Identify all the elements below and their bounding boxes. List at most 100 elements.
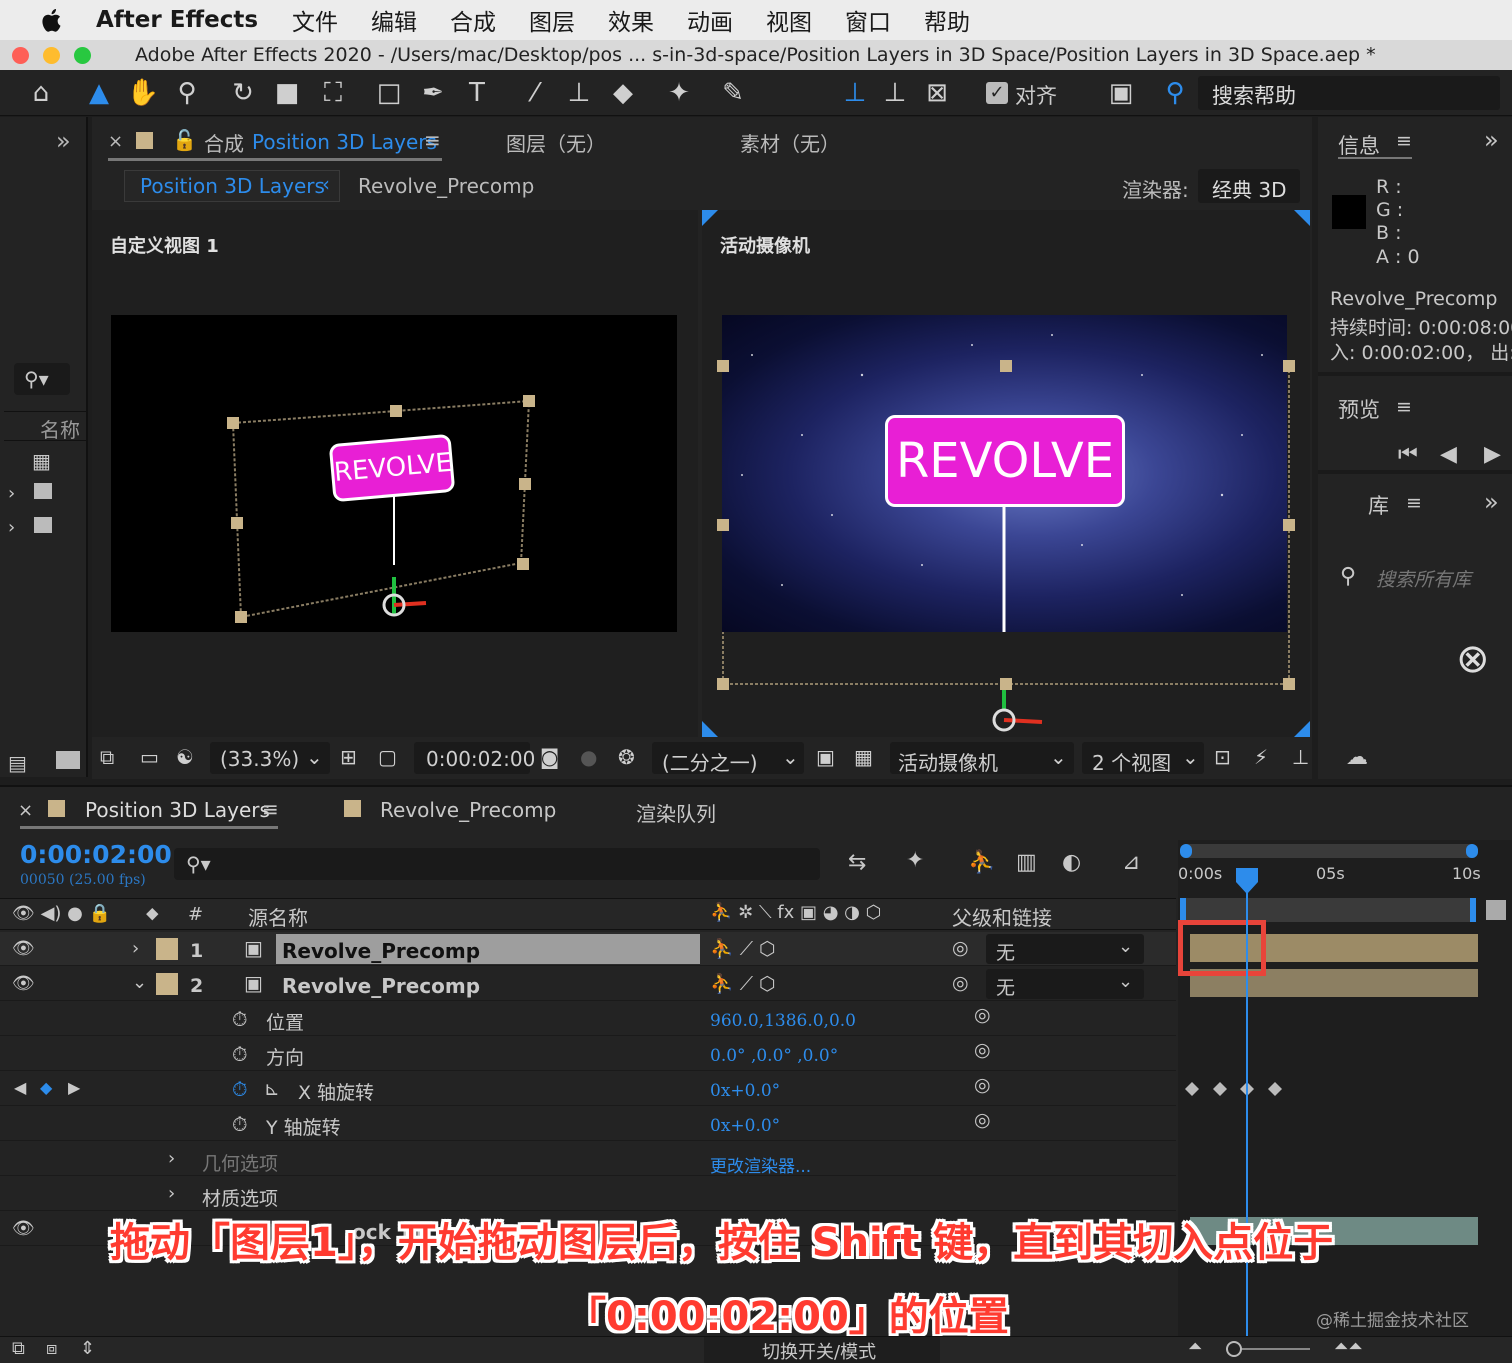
app-menu[interactable]: After Effects	[96, 7, 258, 33]
add-keyframe-icon[interactable]: ◆	[40, 1078, 52, 1097]
comp-flowchart-icon[interactable]: ⊥	[1292, 745, 1309, 769]
breadcrumb-precomp[interactable]: Revolve_Precomp	[358, 174, 534, 198]
always-preview-icon[interactable]: ⧉	[100, 745, 114, 769]
bbox-handle[interactable]	[1283, 519, 1295, 531]
snapshot-camera-icon[interactable]: ◙	[540, 745, 559, 769]
y-rotation-stopwatch-icon[interactable]: ⏱	[232, 1112, 248, 1136]
menu-layer[interactable]: 图层	[529, 3, 575, 37]
snap-checkbox[interactable]: ✓	[986, 82, 1008, 104]
zoom-window-button[interactable]	[74, 46, 91, 64]
next-keyframe-icon[interactable]: ▶	[68, 1078, 80, 1097]
clone-stamp-tool-icon[interactable]: ⊥	[562, 76, 596, 110]
info-menu-icon[interactable]: ≡	[1396, 130, 1412, 152]
library-search-icon[interactable]: ⚲	[1340, 564, 1356, 589]
world-axis-icon[interactable]: ⊥	[878, 76, 912, 110]
frame-blending-icon[interactable]: ▥	[1016, 850, 1037, 875]
layer-2-visibility-eye-icon[interactable]: 👁	[12, 973, 35, 994]
work-area-start-handle[interactable]	[1180, 844, 1192, 858]
camera-tool-icon[interactable]: ■	[270, 76, 304, 110]
work-area-bar[interactable]	[1180, 844, 1478, 858]
menu-view[interactable]: 视图	[766, 3, 812, 37]
in-out-toggle-icon[interactable]: ⇕	[80, 1338, 95, 1359]
layer-1-expand-chevron-icon[interactable]: ›	[132, 938, 139, 959]
material-expand-chevron-icon[interactable]: ›	[168, 1183, 175, 1204]
bbox-handle[interactable]	[1283, 678, 1295, 690]
x-rotation-stopwatch-icon[interactable]: ⏱	[232, 1077, 248, 1101]
layer-1-name[interactable]: Revolve_Precomp	[282, 939, 480, 963]
breadcrumb-comp[interactable]: Position 3D Layers	[140, 174, 325, 198]
library-search-input[interactable]: 搜索所有库	[1376, 565, 1471, 592]
roto-brush-tool-icon[interactable]: ✦	[662, 76, 696, 110]
layer-2-name[interactable]: Revolve_Precomp	[282, 974, 480, 998]
property-row-x-rotation[interactable]	[0, 1072, 1176, 1106]
play-icon[interactable]: ▶	[1484, 442, 1501, 467]
bbox-handle[interactable]	[231, 517, 243, 529]
menu-help[interactable]: 帮助	[924, 3, 970, 37]
bbox-handle[interactable]	[519, 478, 531, 490]
grid-guides-icon[interactable]: ⊞	[340, 745, 357, 769]
work-area-end-handle[interactable]	[1466, 844, 1478, 858]
panel-expand-icon-right[interactable]: »	[1484, 126, 1499, 154]
bbox-handle[interactable]	[1283, 360, 1295, 372]
close-timeline-tab-icon[interactable]: ×	[18, 800, 33, 821]
graph-editor-icon[interactable]: ⊿	[1122, 850, 1140, 875]
menu-window[interactable]: 窗口	[845, 3, 891, 37]
close-window-button[interactable]	[12, 46, 29, 64]
apple-icon[interactable]	[36, 7, 70, 33]
panel-expand-icon[interactable]: »	[56, 127, 71, 155]
selection-tool-icon[interactable]: ▲	[82, 76, 116, 110]
comp-button-icon[interactable]	[1486, 900, 1506, 920]
column-hash[interactable]: #	[188, 904, 203, 925]
menu-animation[interactable]: 动画	[687, 3, 733, 37]
orientation-pickwhip-icon[interactable]: ◎	[974, 1039, 991, 1061]
bbox-handle[interactable]	[717, 360, 729, 372]
comp-panel-menu-icon[interactable]: ≡	[424, 128, 441, 152]
x-rotation-graph-icon[interactable]: ⊾	[264, 1078, 280, 1100]
property-row-orientation[interactable]	[0, 1037, 1176, 1071]
reset-exposure-icon[interactable]: ⊡	[1214, 745, 1231, 769]
previous-frame-icon[interactable]: ◀	[1440, 442, 1457, 467]
interpret-footage-icon[interactable]: ▤	[8, 751, 27, 775]
minimize-window-button[interactable]	[43, 46, 60, 64]
zoom-in-icon[interactable]: ⏶⏶	[1334, 1336, 1363, 1357]
layer-2-collapse-chevron-icon[interactable]: ⌄	[132, 972, 147, 993]
layer-1-switches-icon[interactable]: ⛹ ⟋ ⬡	[710, 937, 776, 960]
position-pickwhip-icon[interactable]: ◎	[974, 1004, 991, 1026]
layer-2-pickwhip-icon[interactable]: ◎	[952, 972, 969, 994]
library-menu-icon[interactable]: ≡	[1406, 492, 1422, 514]
layer-2-label-color[interactable]	[156, 973, 178, 995]
comp-tab-prefix[interactable]: 合成	[204, 128, 244, 157]
layer-1-pickwhip-icon[interactable]: ◎	[952, 937, 969, 959]
bbox-handle[interactable]	[717, 519, 729, 531]
comp-tab-name[interactable]: Position 3D Layers	[252, 130, 437, 154]
position-value[interactable]: 960.0,1386.0,0.0	[710, 1011, 856, 1031]
folder-icon-2[interactable]	[34, 517, 52, 533]
timeline-sync-icon[interactable]: ⚡	[1254, 745, 1268, 769]
layer-panel-tab[interactable]: 图层（无）	[506, 128, 606, 157]
first-frame-icon[interactable]: ⏮	[1398, 442, 1418, 467]
info-panel-tab[interactable]: 信息	[1338, 130, 1380, 160]
column-source-name[interactable]: 源名称	[248, 902, 308, 931]
type-tool-icon[interactable]: T	[460, 76, 494, 110]
x-rotation-pickwhip-icon[interactable]: ◎	[974, 1074, 991, 1096]
puppet-tool-icon[interactable]: ✎	[716, 76, 750, 110]
region-of-interest-icon[interactable]: ▢	[378, 745, 397, 769]
timeline-menu-icon[interactable]: ≡	[262, 797, 279, 821]
layer-1-visibility-eye-icon[interactable]: 👁	[12, 938, 35, 959]
monitor-icon[interactable]: ▭	[140, 745, 159, 769]
work-area-band[interactable]	[1180, 898, 1476, 922]
modes-toggle-icon[interactable]: ⧈	[46, 1338, 57, 1359]
y-rotation-pickwhip-icon[interactable]: ◎	[974, 1109, 991, 1131]
preview-menu-icon[interactable]: ≡	[1396, 396, 1412, 418]
color-channels-icon[interactable]: ❂	[618, 745, 635, 769]
menu-composition[interactable]: 合成	[450, 3, 496, 37]
new-folder-icon[interactable]	[56, 751, 80, 769]
layer-1-label-color[interactable]	[156, 938, 178, 960]
property-group-material[interactable]	[0, 1177, 1176, 1211]
custom-view-canvas[interactable]: REVOLVE	[111, 315, 677, 632]
zoom-tool-icon[interactable]: ⚲	[170, 76, 204, 110]
close-tab-icon[interactable]: ×	[108, 131, 123, 152]
folder-expand-icon[interactable]: ›	[8, 483, 15, 504]
library-expand-icon[interactable]: »	[1484, 488, 1499, 516]
motion-blur-icon[interactable]: ◐	[1062, 850, 1081, 875]
